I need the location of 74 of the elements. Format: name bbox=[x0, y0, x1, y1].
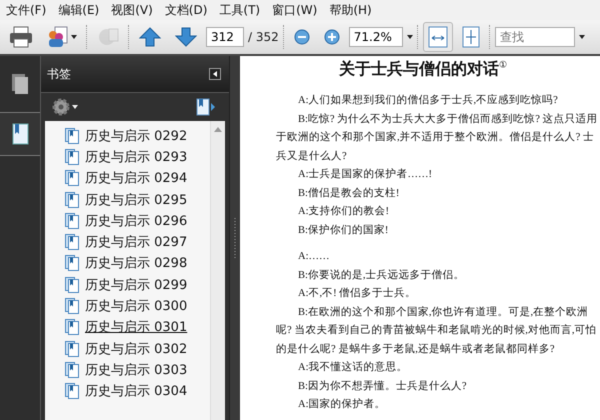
bookmark-page-icon bbox=[65, 319, 79, 336]
arrow-up-icon bbox=[139, 27, 161, 47]
paragraph: B:保护你们的国家! bbox=[297, 223, 390, 238]
bookmark-page-icon bbox=[65, 340, 79, 357]
zoom-field[interactable]: 71.2% bbox=[348, 27, 403, 47]
bookmark-page-icon bbox=[65, 212, 79, 229]
paragraph: A:士兵是国家的保护者……! bbox=[297, 167, 433, 182]
people-document-icon bbox=[47, 26, 69, 48]
collapse-button[interactable] bbox=[209, 68, 221, 80]
minus-icon bbox=[294, 29, 310, 45]
bookmark-item[interactable]: 历史与启示 0298 bbox=[65, 252, 210, 274]
document-title: 关于士兵与僧侣的对话$^{①}$ bbox=[338, 59, 508, 80]
paragraph: A:人们如果想到我们的僧侣多于士兵,不应感到吃惊吗? bbox=[297, 93, 559, 108]
gear-icon bbox=[52, 98, 70, 116]
menu-item[interactable]: 窗口(W) bbox=[268, 2, 326, 18]
bookmarks-tab[interactable] bbox=[0, 112, 40, 156]
paragraph: B:因为你不想弄懂。士兵是什么人? bbox=[297, 379, 468, 394]
bookmark-page-icon bbox=[65, 128, 79, 144]
triangle-left-icon bbox=[213, 71, 217, 77]
caret-icon bbox=[72, 105, 78, 109]
menu-item[interactable]: 视图(V) bbox=[107, 2, 161, 18]
bookmark-item[interactable]: 历史与启示 0300 bbox=[65, 295, 210, 317]
panel-title: 书签 bbox=[47, 66, 71, 82]
fit-width-icon bbox=[428, 26, 448, 48]
plus-icon bbox=[324, 29, 340, 45]
bookmark-page-icon bbox=[65, 170, 79, 186]
bookmark-page-icon bbox=[65, 148, 79, 165]
bookmark-item[interactable]: 历史与启示 0297 bbox=[65, 231, 210, 253]
bookmark-page-icon bbox=[65, 192, 79, 208]
bookmark-page-icon bbox=[65, 234, 79, 250]
bookmark-item[interactable]: 历史与启示 0301 bbox=[65, 316, 210, 338]
menu-item[interactable]: 文档(D) bbox=[160, 2, 216, 18]
caret-icon bbox=[578, 35, 585, 39]
bookmark-item[interactable]: 历史与启示 0296 bbox=[65, 210, 210, 232]
paragraph: A:…… bbox=[297, 250, 330, 264]
paragraph: B:吃惊? 为什么不为士兵大大多于僧侣而感到吃惊? 这点只适用于欧洲的这个和那个国家,并不适用于整个欧洲。僧侣是什么人? 士兵又是什么人? bbox=[276, 112, 598, 164]
bookmark-page-icon bbox=[65, 276, 79, 293]
pages-icon bbox=[11, 73, 29, 95]
bookmark-item[interactable]: 历史与启示 0299 bbox=[65, 274, 210, 296]
printer-icon bbox=[9, 26, 33, 48]
bookmark-item[interactable]: 历史与启示 0295 bbox=[65, 188, 210, 210]
bookmark-page-icon bbox=[11, 123, 29, 145]
grip-icon bbox=[233, 218, 237, 258]
bookmark-page-icon bbox=[65, 383, 79, 400]
bookmark-page-icon bbox=[65, 255, 79, 272]
bookmark-arrow-icon bbox=[196, 98, 216, 116]
bookmark-page-icon bbox=[65, 298, 79, 314]
paragraph: A:不,不! 僧侣多于士兵。 bbox=[297, 286, 418, 301]
paragraph: B:你要说的是,士兵远远多于僧侣。 bbox=[297, 268, 466, 282]
paragraph: A:我不懂这话的意思。 bbox=[297, 360, 408, 375]
menu-item[interactable]: 文件(F) bbox=[2, 2, 54, 18]
paragraph: A:支持你们的教会! bbox=[297, 204, 390, 219]
bookmark-item[interactable]: 历史与启示 0292 bbox=[65, 125, 210, 146]
arrow-down-icon bbox=[175, 27, 197, 47]
menu-item[interactable]: 编辑(E) bbox=[54, 2, 108, 18]
scroll-up-icon bbox=[214, 127, 222, 132]
bookmark-item[interactable]: 历史与启示 0303 bbox=[65, 359, 210, 381]
bookmark-item[interactable]: 历史与启示 0294 bbox=[65, 168, 210, 189]
menu-item[interactable]: 工具(T) bbox=[215, 2, 268, 18]
paragraph: B:僧侣是教会的支柱! bbox=[297, 186, 400, 200]
bookmark-item[interactable]: 历史与启示 0304 bbox=[65, 380, 210, 402]
bookmark-item[interactable]: 历史与启示 0302 bbox=[65, 338, 210, 360]
search-field[interactable]: 查找 bbox=[494, 27, 575, 47]
caret-icon bbox=[406, 35, 413, 39]
menu-item[interactable]: 帮助(H) bbox=[325, 2, 380, 18]
fit-page-icon bbox=[462, 26, 480, 48]
page-total: / 352 bbox=[248, 30, 279, 44]
bookmark-item[interactable]: 历史与启示 0293 bbox=[65, 146, 210, 168]
paragraph: A:国家的保护者。 bbox=[297, 397, 386, 412]
fit-width-button[interactable] bbox=[422, 22, 453, 52]
caret-icon bbox=[71, 35, 77, 39]
page-number-field[interactable]: 312 bbox=[206, 27, 244, 47]
bookmark-page-icon bbox=[65, 362, 79, 378]
paragraph: B:在欧洲的这个和那个国家,你也许有道理。可是,在整个欧洲呢? 当农夫看到自己的青苗被蜗牛和老鼠啃光的时候,对他而言,可怕的是什么呢? 是蜗牛多于老鼠,还是蜗牛或者老鼠都同样多? bbox=[276, 305, 598, 356]
